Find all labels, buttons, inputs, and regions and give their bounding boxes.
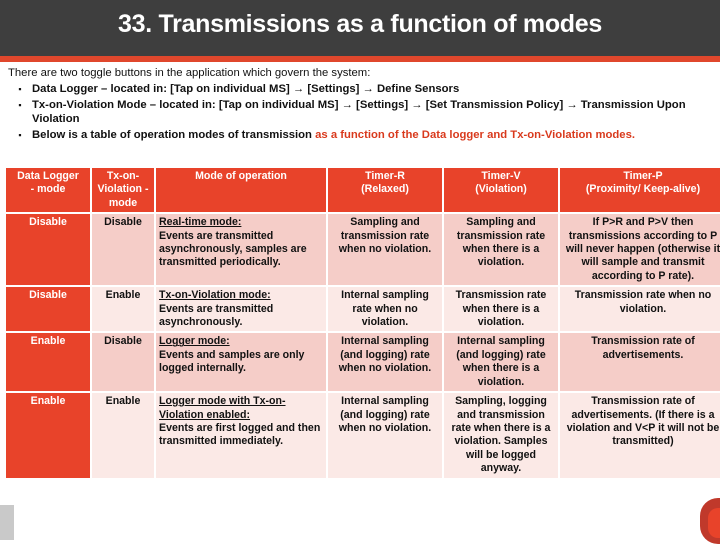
header-line: Tx-on- bbox=[106, 170, 140, 182]
table-row: Enable Enable Logger mode with Tx-on-Vio… bbox=[6, 393, 720, 478]
mode-title: Logger mode: bbox=[159, 335, 230, 348]
list-item: ▪ Data Logger – located in: [Tap on indi… bbox=[8, 82, 714, 97]
cell-timer-p: Transmission rate of advertisements. (If… bbox=[560, 393, 720, 478]
header-line: Timer-V bbox=[481, 170, 521, 182]
cell-tx-on-violation-mode: Disable bbox=[92, 333, 154, 392]
decorative-bottom-left-box bbox=[0, 505, 14, 540]
mode-body: Events and samples are only logged inter… bbox=[159, 348, 305, 375]
cell-timer-r: Internal sampling (and logging) rate whe… bbox=[328, 333, 442, 392]
column-header-data-logger-mode: Data Logger - mode bbox=[6, 168, 90, 213]
cell-tx-on-violation-mode: Disable bbox=[92, 214, 154, 286]
header-line: Data Logger bbox=[17, 170, 79, 182]
cell-timer-p: Transmission rate of advertisements. bbox=[560, 333, 720, 392]
transmission-modes-table: Data Logger - mode Tx-on- Violation - mo… bbox=[4, 166, 720, 480]
mode-body: Events are transmitted asynchronously, s… bbox=[159, 229, 307, 269]
cell-timer-v: Transmission rate when there is a violat… bbox=[444, 287, 558, 332]
header-line: (Proximity/ Keep-alive) bbox=[585, 183, 701, 196]
cell-data-logger-mode: Disable bbox=[6, 214, 90, 286]
table-row: Disable Disable Real-time mode: Events a… bbox=[6, 214, 720, 286]
header-line: Mode of operation bbox=[195, 170, 287, 182]
list-item-label: Below is a table of operation modes of t… bbox=[32, 128, 714, 143]
cell-timer-v: Sampling and transmission rate when ther… bbox=[444, 214, 558, 286]
cell-timer-r: Internal sampling (and logging) rate whe… bbox=[328, 393, 442, 478]
decorative-right-arc-inner bbox=[708, 508, 720, 538]
list-item-label: Tx-on-Violation Mode – located in: [Tap … bbox=[32, 98, 686, 126]
slide-title-bar: 33. Transmissions as a function of modes bbox=[0, 0, 720, 56]
cell-data-logger-mode: Enable bbox=[6, 333, 90, 392]
column-header-tx-on-violation-mode: Tx-on- Violation - mode bbox=[92, 168, 154, 213]
column-header-timer-v: Timer-V (Violation) bbox=[444, 168, 558, 213]
cell-timer-p: Transmission rate when no violation. bbox=[560, 287, 720, 332]
header-line: Timer-R bbox=[365, 170, 405, 182]
table-body: Disable Disable Real-time mode: Events a… bbox=[6, 214, 720, 478]
cell-data-logger-mode: Disable bbox=[6, 287, 90, 332]
cell-mode-of-operation: Logger mode: Events and samples are only… bbox=[156, 333, 326, 392]
header-line: Timer-P bbox=[623, 170, 663, 182]
page-title: 33. Transmissions as a function of modes bbox=[118, 10, 602, 38]
cell-timer-p: If P>R and P>V then transmissions accord… bbox=[560, 214, 720, 286]
list-item-label: Data Logger – located in: [Tap on indivi… bbox=[32, 82, 460, 95]
cell-data-logger-mode: Enable bbox=[6, 393, 90, 478]
cell-mode-of-operation: Real-time mode: Events are transmitted a… bbox=[156, 214, 326, 286]
column-header-timer-p: Timer-P (Proximity/ Keep-alive) bbox=[560, 168, 720, 213]
mode-title: Tx-on-Violation mode: bbox=[159, 289, 271, 302]
cell-tx-on-violation-mode: Enable bbox=[92, 393, 154, 478]
cell-timer-v: Sampling, logging and transmission rate … bbox=[444, 393, 558, 478]
cell-timer-v: Internal sampling (and logging) rate whe… bbox=[444, 333, 558, 392]
table-row: Enable Disable Logger mode: Events and s… bbox=[6, 333, 720, 392]
mode-body: Events are transmitted asynchronously. bbox=[159, 302, 274, 329]
column-header-timer-r: Timer-R (Relaxed) bbox=[328, 168, 442, 213]
cell-mode-of-operation: Logger mode with Tx-on-Violation enabled… bbox=[156, 393, 326, 478]
header-line: (Relaxed) bbox=[361, 183, 409, 196]
header-line: mode bbox=[108, 196, 138, 209]
title-accent-stripe bbox=[0, 56, 720, 62]
intro-text-block: There are two toggle buttons in the appl… bbox=[8, 66, 714, 143]
cell-timer-r: Sampling and transmission rate when no v… bbox=[328, 214, 442, 286]
list-item-text: Below is a table of operation modes of t… bbox=[32, 128, 316, 141]
bullet-icon: ▪ bbox=[18, 83, 22, 94]
table-row: Disable Enable Tx-on-Violation mode: Eve… bbox=[6, 287, 720, 332]
table-header: Data Logger - mode Tx-on- Violation - mo… bbox=[6, 168, 720, 213]
header-line: (Violation) bbox=[475, 183, 527, 196]
header-line: - mode bbox=[30, 183, 66, 196]
mode-title: Real-time mode: bbox=[159, 216, 242, 229]
bullet-icon: ▪ bbox=[18, 129, 22, 140]
list-item: ▪ Below is a table of operation modes of… bbox=[8, 128, 714, 143]
bullet-icon: ▪ bbox=[18, 99, 22, 110]
list-item-accent-text: as a function of the Data logger and Tx-… bbox=[315, 128, 636, 141]
cell-timer-r: Internal sampling rate when no violation… bbox=[328, 287, 442, 332]
header-line: Violation - bbox=[97, 183, 149, 196]
cell-tx-on-violation-mode: Enable bbox=[92, 287, 154, 332]
intro-lead-line: There are two toggle buttons in the appl… bbox=[8, 67, 371, 79]
cell-mode-of-operation: Tx-on-Violation mode: Events are transmi… bbox=[156, 287, 326, 332]
list-item: ▪ Tx-on-Violation Mode – located in: [Ta… bbox=[8, 98, 714, 127]
mode-title: Logger mode with Tx-on-Violation enabled… bbox=[159, 395, 286, 421]
column-header-mode-of-operation: Mode of operation bbox=[156, 168, 326, 213]
table-header-row: Data Logger - mode Tx-on- Violation - mo… bbox=[6, 168, 720, 213]
mode-body: Events are first logged and then transmi… bbox=[159, 421, 321, 448]
